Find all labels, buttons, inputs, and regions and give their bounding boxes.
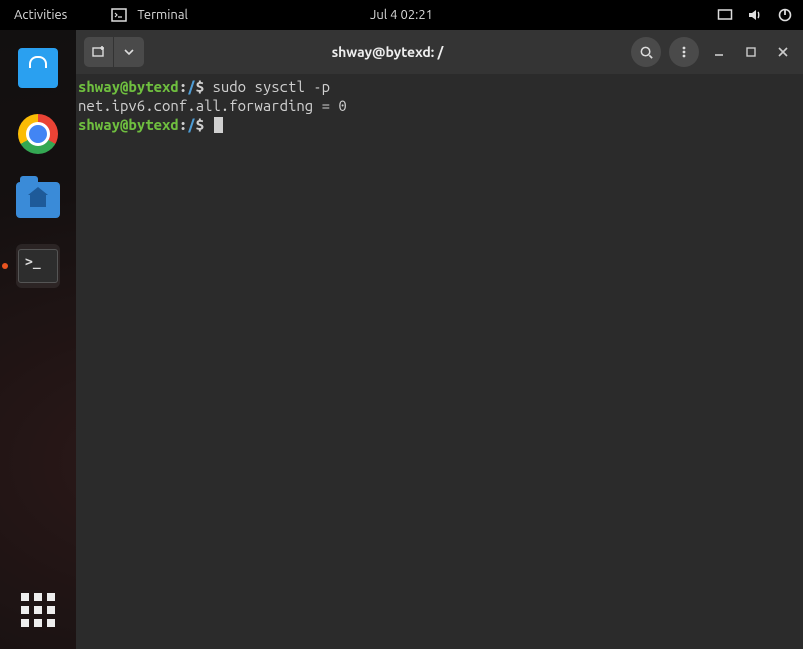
app-indicator-label: Terminal <box>137 8 188 22</box>
power-icon <box>777 7 793 23</box>
terminal-output-line: net.ipv6.conf.all.forwarding = 0 <box>78 97 801 116</box>
clock[interactable]: Jul 4 02:21 <box>370 8 433 22</box>
prompt-user: shway@bytexd <box>78 78 179 95</box>
new-tab-button[interactable] <box>84 37 144 67</box>
dock-terminal[interactable] <box>16 244 60 288</box>
maximize-icon <box>745 46 757 58</box>
terminal-app-icon <box>18 249 58 283</box>
terminal-body[interactable]: shway@bytexd:/$ sudo sysctl -pnet.ipv6.c… <box>76 74 803 649</box>
shopping-bag-icon <box>18 48 58 88</box>
maximize-button[interactable] <box>739 40 763 64</box>
gnome-top-bar: Activities Terminal Jul 4 02:21 <box>0 0 803 30</box>
screen-icon <box>717 7 733 23</box>
terminal-icon <box>111 7 127 23</box>
dock-chrome[interactable] <box>16 112 60 156</box>
terminal-prompt-line: shway@bytexd:/$ sudo sysctl -p <box>78 78 801 97</box>
minimize-button[interactable] <box>707 40 731 64</box>
new-tab-icon <box>84 37 114 67</box>
prompt-sep: : <box>179 78 187 95</box>
prompt-symbol: $ <box>196 78 213 95</box>
dock-software-store[interactable] <box>16 46 60 90</box>
terminal-window: shway@bytexd: / shway@bytexd:/$ sudo sys… <box>76 30 803 649</box>
prompt-path: / <box>187 78 195 95</box>
search-icon <box>639 45 654 60</box>
files-icon <box>16 182 60 218</box>
dock-files[interactable] <box>16 178 60 222</box>
prompt-path: / <box>187 116 195 133</box>
dock <box>0 30 76 649</box>
prompt-command: sudo sysctl -p <box>212 78 330 95</box>
minimize-icon <box>713 46 725 58</box>
menu-button[interactable] <box>669 37 699 67</box>
prompt-sep: : <box>179 116 187 133</box>
kebab-icon <box>677 45 691 59</box>
chrome-icon <box>18 114 58 154</box>
cursor <box>214 117 223 133</box>
system-tray[interactable] <box>717 7 793 23</box>
app-indicator[interactable]: Terminal <box>81 7 188 23</box>
show-applications-button[interactable] <box>21 593 55 627</box>
prompt-symbol: $ <box>196 116 213 133</box>
close-button[interactable] <box>771 40 795 64</box>
terminal-prompt-line: shway@bytexd:/$ <box>78 116 801 135</box>
close-icon <box>777 46 789 58</box>
activities-button[interactable]: Activities <box>0 8 81 22</box>
volume-icon <box>747 7 763 23</box>
search-button[interactable] <box>631 37 661 67</box>
terminal-title: shway@bytexd: / <box>152 44 623 60</box>
prompt-user: shway@bytexd <box>78 116 179 133</box>
dropdown-icon[interactable] <box>114 37 144 67</box>
terminal-header: shway@bytexd: / <box>76 30 803 74</box>
